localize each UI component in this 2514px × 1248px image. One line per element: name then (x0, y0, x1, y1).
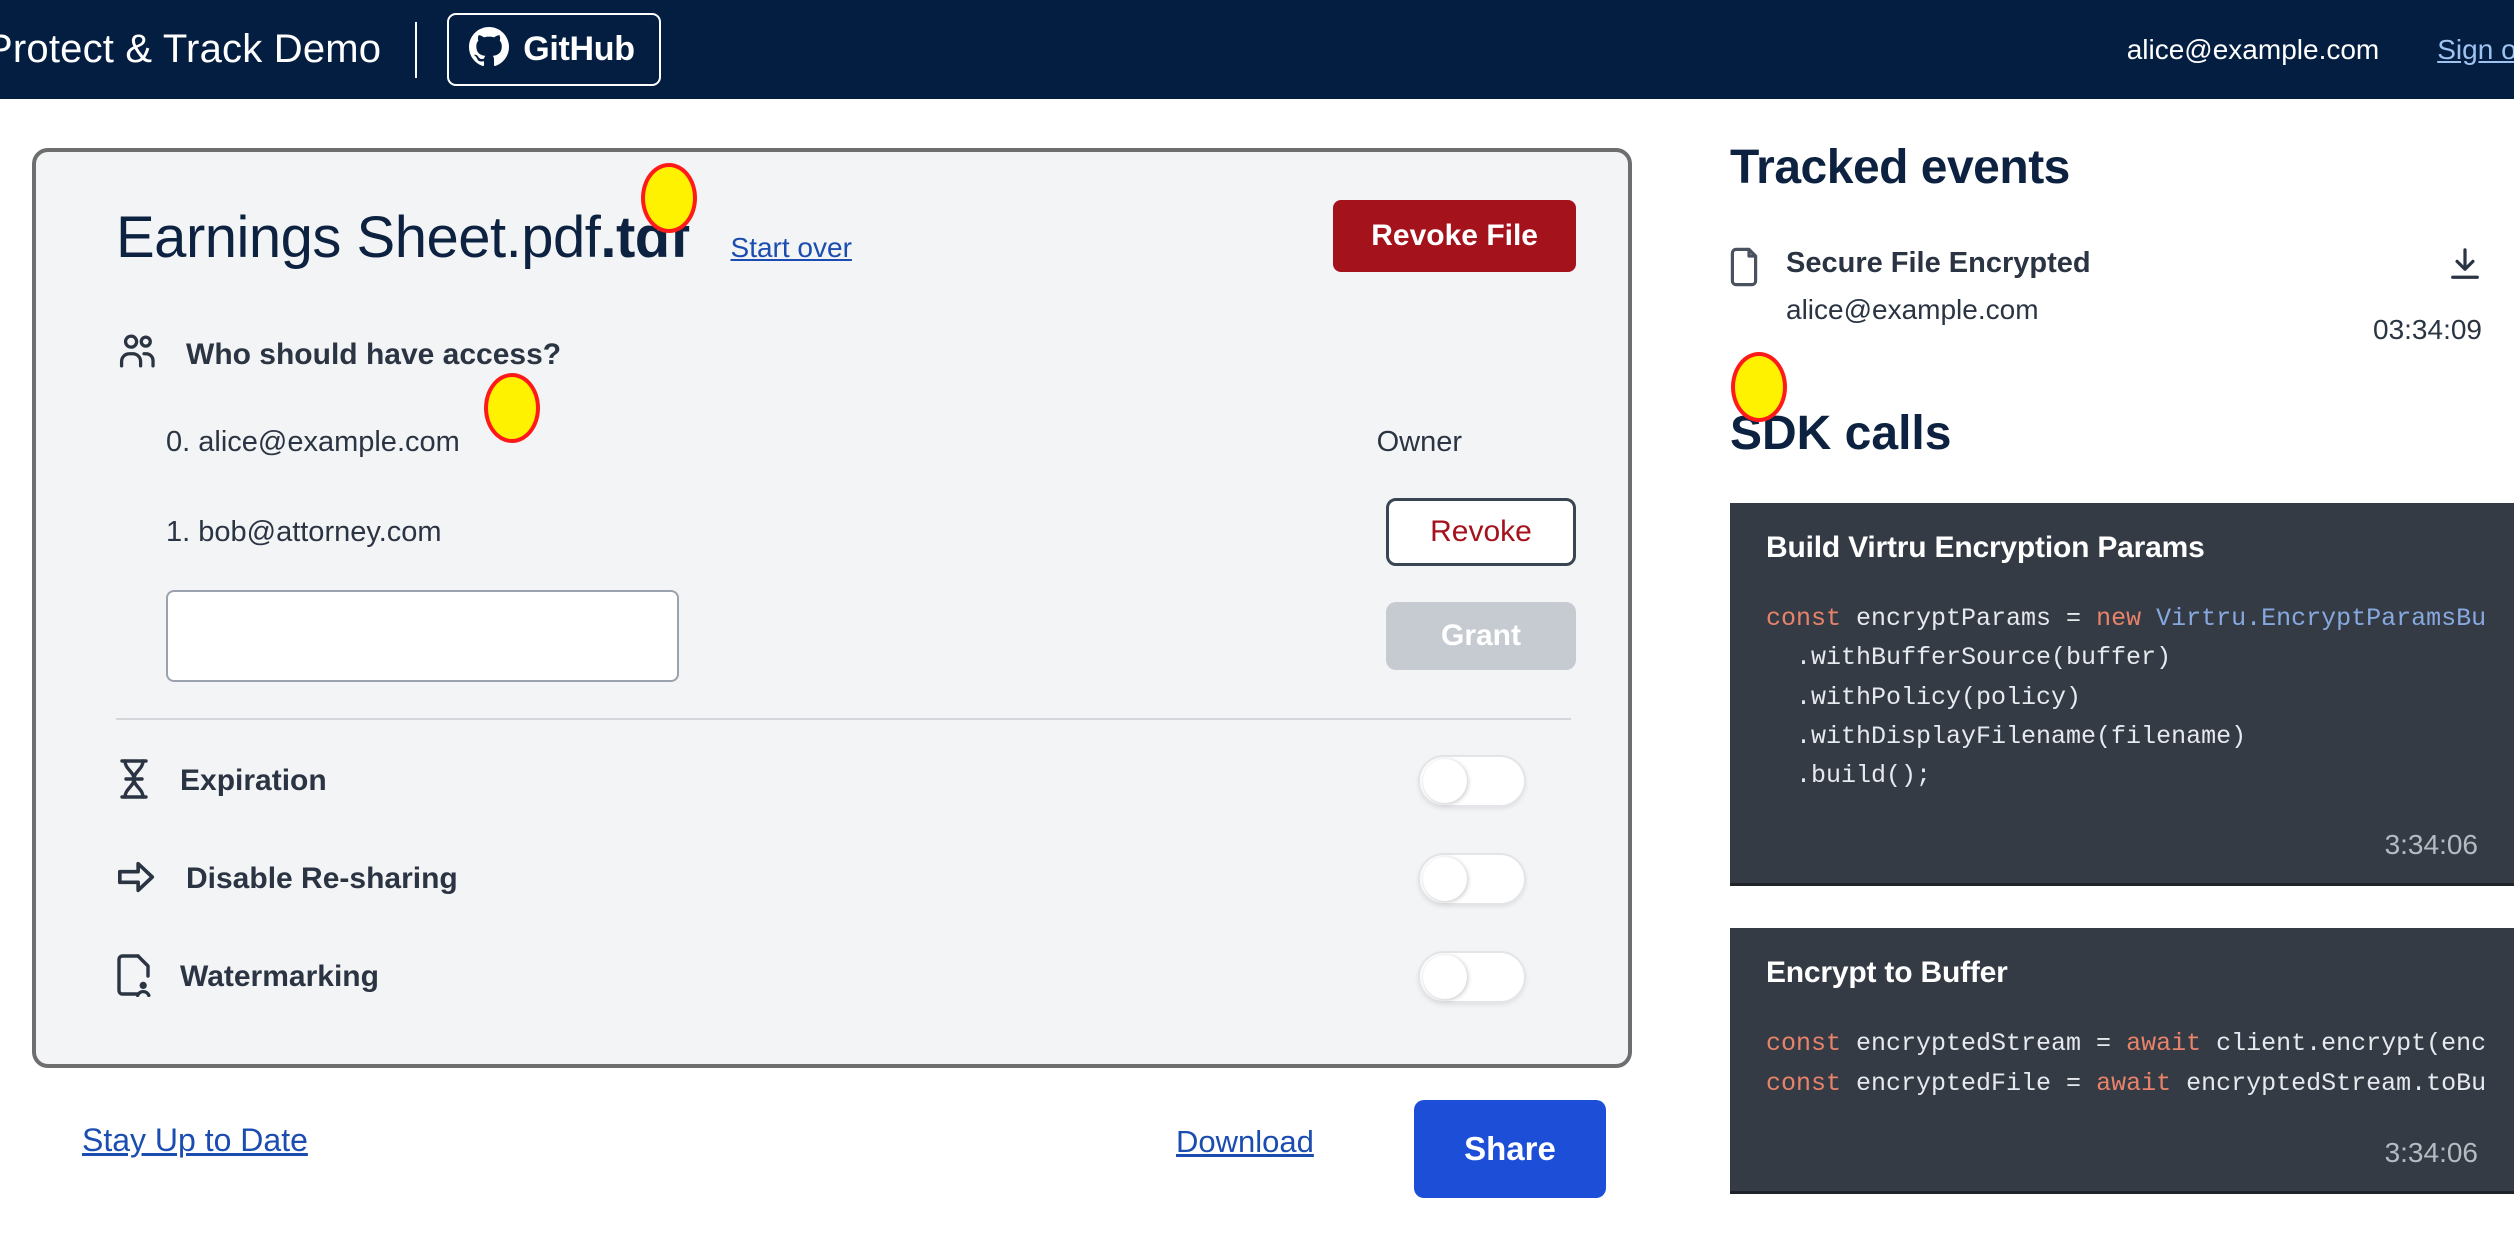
event-actor: alice@example.com (1786, 294, 2039, 325)
option-row-watermarking: Watermarking (116, 940, 1576, 1014)
download-icon[interactable] (2448, 248, 2482, 285)
sdk-call-title: Encrypt to Buffer (1766, 956, 2008, 990)
watermarking-toggle[interactable] (1418, 951, 1526, 1003)
event-meta: 03:34:09 (2373, 247, 2482, 346)
tracked-events-title: Tracked events (1730, 141, 2070, 194)
document-person-icon (116, 953, 152, 1002)
access-row: 0. alice@example.com Owner (116, 406, 1576, 478)
tracked-event-item: Secure File Encrypted alice@example.com … (1730, 247, 2514, 345)
revoke-user-button[interactable]: Revoke (1386, 498, 1576, 566)
add-user-row: Grant (116, 590, 1576, 682)
user-email: alice@example.com (2126, 33, 2380, 65)
sdk-call-card[interactable]: Encrypt to Buffer const encryptedStream … (1730, 928, 2514, 1194)
github-icon (469, 27, 510, 72)
sdk-calls-title: SDK calls (1730, 407, 1952, 460)
file-name-ext: .tdf (600, 205, 689, 270)
stay-up-to-date-link[interactable]: Stay Up to Date (82, 1122, 308, 1159)
download-link[interactable]: Download (1176, 1124, 1314, 1160)
sign-out-link[interactable]: Sign out (2437, 34, 2514, 66)
share-button[interactable]: Share (1414, 1100, 1606, 1198)
users-icon (116, 333, 160, 376)
event-name: Secure File Encrypted (1786, 247, 2091, 279)
access-heading-row: Who should have access? (116, 333, 1576, 376)
toggle-knob (1423, 857, 1467, 901)
file-card: Earnings Sheet.pdf.tdf Start over Revoke… (32, 148, 1632, 1068)
start-over-link[interactable]: Start over (731, 232, 852, 264)
sdk-call-card[interactable]: Build Virtru Encryption Params const enc… (1730, 503, 2514, 887)
access-row-right: Owner (1377, 426, 1576, 459)
access-list: 0. alice@example.com Owner 1. bob@attorn… (116, 406, 1576, 682)
sdk-call-title: Build Virtru Encryption Params (1766, 531, 2205, 564)
owner-label: Owner (1376, 425, 1462, 458)
section-divider (116, 718, 1571, 720)
option-label: Expiration (180, 764, 327, 797)
option-row-disable-resharing: Disable Re-sharing (116, 842, 1576, 916)
sdk-call-code: const encryptParams = new Virtru.Encrypt… (1766, 604, 2487, 790)
new-email-input[interactable] (166, 590, 679, 682)
access-row: 1. bob@attorney.com Revoke (116, 496, 1576, 568)
right-panel: Tracked events Secure File Encrypted ali… (1730, 140, 2514, 1194)
disable-resharing-toggle[interactable] (1418, 853, 1526, 905)
access-row-email: 1. bob@attorney.com (166, 515, 442, 548)
option-label: Watermarking (180, 960, 379, 993)
app-title: Protect & Track Demo (0, 27, 382, 71)
expiration-toggle[interactable] (1418, 755, 1526, 807)
top-bar: Protect & Track Demo GitHub alice@exampl… (0, 0, 2514, 99)
brand-divider (415, 21, 418, 78)
option-label: Disable Re-sharing (186, 862, 458, 895)
github-label: GitHub (523, 30, 635, 68)
toggle-knob (1423, 955, 1467, 999)
access-row-right: Revoke (1386, 498, 1576, 566)
file-name: Earnings Sheet.pdf.tdf (116, 204, 689, 271)
event-text: Secure File Encrypted alice@example.com (1786, 247, 2091, 326)
file-icon (1730, 247, 1762, 292)
hourglass-icon (116, 757, 152, 806)
sdk-call-code: const encryptedStream = await client.enc… (1766, 1029, 2487, 1098)
option-row-expiration: Expiration (116, 744, 1576, 818)
event-time: 03:34:09 (2373, 314, 2482, 345)
grant-wrap: Grant (1386, 602, 1576, 670)
revoke-file-button[interactable]: Revoke File (1333, 200, 1576, 272)
file-name-base: Earnings Sheet.pdf (116, 205, 601, 270)
access-heading-label: Who should have access? (186, 337, 562, 371)
access-row-email: 0. alice@example.com (166, 425, 460, 458)
toggle-knob (1423, 759, 1467, 803)
arrow-right-icon (116, 857, 158, 902)
grant-button[interactable]: Grant (1386, 602, 1576, 670)
sdk-call-time: 3:34:06 (2384, 829, 2478, 861)
sdk-call-time: 3:34:06 (2384, 1136, 2478, 1168)
top-bar-right: alice@example.com Sign out (2127, 0, 2514, 99)
github-link[interactable]: GitHub (447, 13, 661, 86)
brand: Protect & Track Demo GitHub (0, 13, 661, 86)
